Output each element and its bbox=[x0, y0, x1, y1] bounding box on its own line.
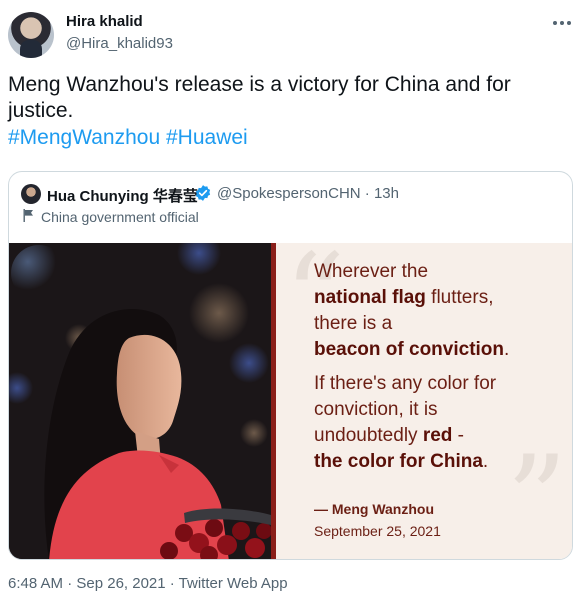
tweet-hashtags: #MengWanzhou #Huawei bbox=[8, 125, 248, 151]
quoted-author-handle: @SpokespersonCHN · 13h bbox=[217, 185, 399, 202]
hashtag-link[interactable]: #MengWanzhou bbox=[8, 126, 160, 149]
hashtag-link[interactable]: #Huawei bbox=[166, 126, 248, 149]
quoted-author-avatar[interactable] bbox=[21, 184, 41, 204]
tweet-text: Meng Wanzhou's release is a victory for … bbox=[8, 73, 511, 122]
portrait-photo bbox=[9, 243, 271, 559]
author-avatar[interactable] bbox=[8, 12, 54, 58]
quote-emphasis: national flag bbox=[314, 287, 426, 308]
author-handle[interactable]: @Hira_khalid93 bbox=[66, 35, 173, 52]
quote-line: beacon of conviction. bbox=[314, 338, 509, 362]
author-display-name[interactable]: Hira khalid bbox=[66, 13, 143, 30]
quote-emphasis: the color for China bbox=[314, 451, 483, 472]
tweet-timestamp[interactable]: 6:48 AM · Sep 26, 2021 · Twitter Web App bbox=[8, 575, 288, 592]
quote-text: there is a bbox=[314, 313, 393, 334]
close-quote-mark-icon: ” bbox=[506, 431, 568, 560]
quote-attribution-name: — Meng Wanzhou bbox=[314, 501, 435, 517]
quote-text: Wherever the bbox=[314, 261, 429, 282]
quoted-handle-text[interactable]: @SpokespersonCHN bbox=[217, 185, 361, 202]
tweet-header: Hira khalid @Hira_khalid93 bbox=[0, 0, 583, 64]
quoted-time[interactable]: 13h bbox=[374, 185, 399, 202]
more-icon bbox=[553, 21, 571, 25]
quote-text: flutters, bbox=[425, 287, 494, 308]
quoted-author-name[interactable]: Hua Chunying 华春莹 bbox=[47, 185, 198, 206]
quote-line: the color for China. bbox=[314, 450, 488, 474]
quote-line: conviction, it is bbox=[314, 398, 438, 422]
more-options-button[interactable] bbox=[550, 12, 574, 34]
quote-line: Wherever the bbox=[314, 260, 428, 284]
quoted-tweet[interactable]: Hua Chunying 华春莹 @SpokespersonCHN · 13h … bbox=[8, 171, 573, 560]
account-label: China government official bbox=[41, 209, 199, 225]
quote-emphasis: red bbox=[422, 425, 453, 446]
quote-text: - bbox=[452, 425, 465, 446]
government-flag-icon bbox=[23, 209, 33, 222]
quote-line: undoubtedly red - bbox=[314, 424, 464, 448]
quote-card: “ ” Wherever the national flag flutters,… bbox=[276, 243, 572, 560]
quote-text: undoubtedly bbox=[314, 425, 423, 446]
quote-attribution-date: September 25, 2021 bbox=[314, 523, 441, 539]
quote-text: . bbox=[504, 339, 510, 360]
quote-line: there is a bbox=[314, 312, 392, 336]
verified-badge-icon bbox=[195, 185, 211, 201]
quote-line: national flag flutters, bbox=[314, 286, 493, 310]
quote-text: If there's any color for bbox=[314, 373, 497, 394]
quote-emphasis: beacon of conviction bbox=[314, 339, 505, 360]
quoted-media[interactable]: “ ” Wherever the national flag flutters,… bbox=[9, 243, 572, 560]
quote-line: If there's any color for bbox=[314, 372, 496, 396]
separator-dot: · bbox=[364, 185, 370, 202]
quote-text: . bbox=[482, 451, 489, 472]
quote-text: conviction, it is bbox=[314, 399, 438, 420]
